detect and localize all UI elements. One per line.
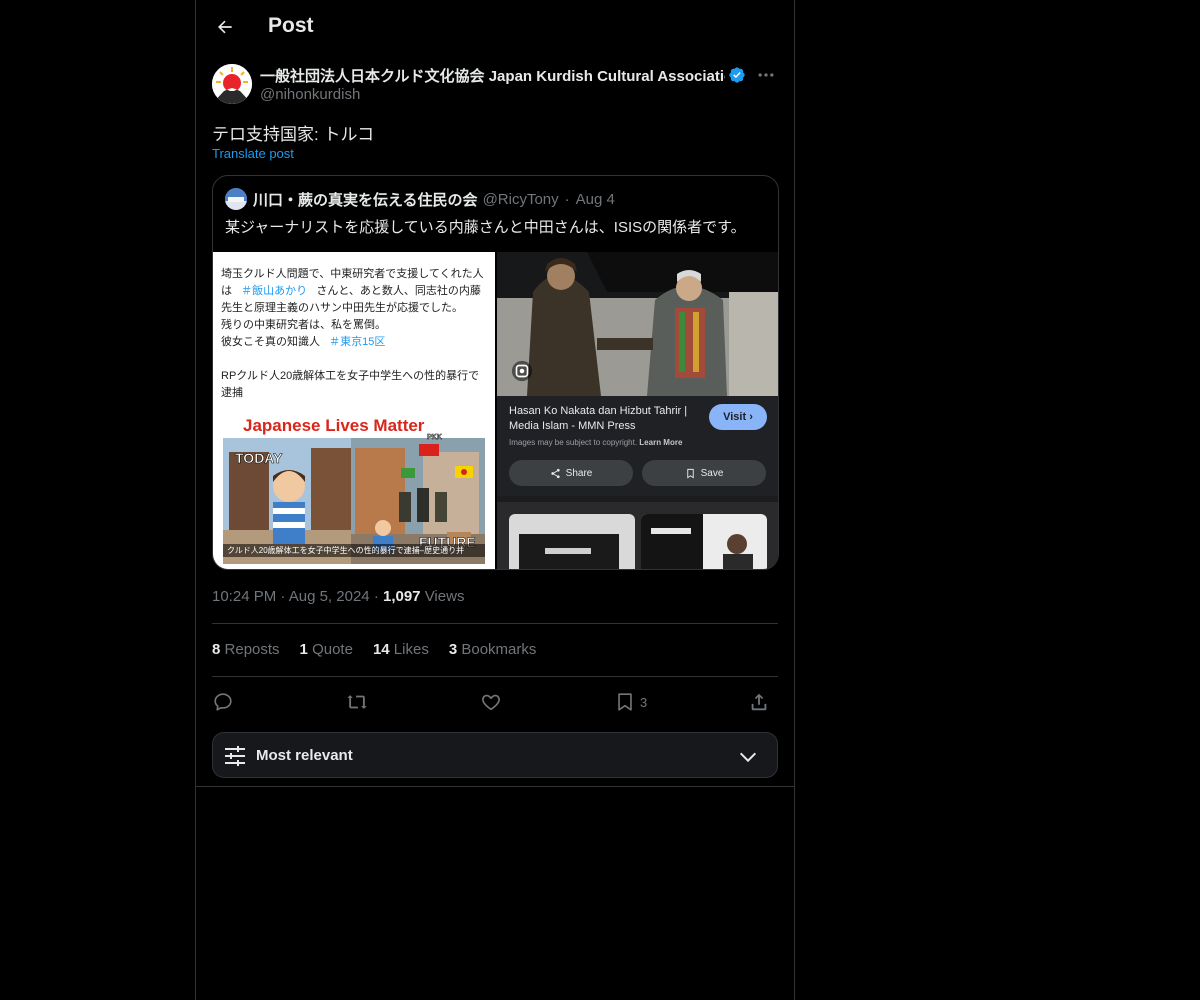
post-text: テロ支持国家: トルコ	[212, 125, 375, 144]
author-name[interactable]: 一般社団法人日本クルド文化協会 Japan Kurdish Cultural A…	[260, 65, 725, 86]
sliders-icon	[225, 746, 245, 766]
scene-caption: クルド人20歳解体工を女子中学生への性的暴行で逮捕–歴史通り并	[223, 544, 485, 557]
thumbnail-2	[641, 514, 767, 569]
embedded-screenshot-text: 埼玉クルド人問題で、中東研究者で支援してくれた人 は ＃飯山あかり さんと、あと…	[221, 268, 484, 399]
google-save-button: Save	[642, 460, 766, 486]
reply-button[interactable]	[212, 688, 234, 716]
quote-date: Aug 4	[575, 190, 615, 208]
quoted-post[interactable]: 川口・蕨の真実を伝える住民の会 @RicyTony · Aug 4 某ジャーナリ…	[212, 175, 779, 570]
google-result-title: Hasan Ko Nakata dan Hizbut Tahrir | Medi…	[509, 405, 688, 432]
post-actions: 3	[212, 688, 778, 716]
bookmark-icon	[618, 693, 632, 711]
quote-separator: ·	[564, 190, 570, 208]
verified-badge-icon	[729, 67, 745, 83]
like-button[interactable]	[480, 688, 502, 716]
sort-label: Most relevant	[256, 747, 353, 764]
news-photo	[497, 252, 778, 396]
chevron-down-icon	[739, 752, 757, 763]
google-visit-button: Visit ›	[709, 404, 767, 430]
more-options-button[interactable]	[754, 64, 778, 86]
divider	[212, 623, 778, 624]
post-meta: 10:24 PM · Aug 5, 2024 · 1,097 Views	[212, 588, 465, 605]
back-arrow-icon	[218, 20, 232, 34]
views-label: Views	[424, 588, 465, 605]
top-bar: Post	[196, 0, 794, 53]
reply-icon	[214, 693, 232, 711]
quote-author-handle: @RicyTony	[482, 190, 559, 208]
quotes-stat[interactable]: 1 Quote	[300, 641, 353, 661]
thumbnail-1	[509, 514, 635, 569]
section-divider	[196, 786, 794, 787]
likes-stat[interactable]: 14 Likes	[373, 641, 429, 661]
views-count: 1,097	[382, 588, 421, 605]
share-icon	[551, 468, 560, 478]
engagement-stats: 8 Reposts 1 Quote 14 Likes 3 Bookmarks	[212, 641, 536, 661]
pkk-label: PKK	[427, 434, 442, 442]
today-label: TODAY	[235, 450, 283, 467]
share-button[interactable]	[748, 688, 770, 716]
back-button[interactable]	[212, 14, 238, 40]
post-date[interactable]: Aug 5, 2024	[289, 588, 370, 605]
quote-avatar-image-icon	[225, 188, 247, 210]
quote-author-name: 川口・蕨の真実を伝える住民の会	[253, 191, 478, 209]
bookmark-small-icon	[686, 468, 694, 478]
bookmark-count: 3	[640, 694, 648, 710]
divider	[212, 676, 778, 677]
quote-text: 某ジャーナリストを応援している内藤さんと中田さんは、ISISの関係者です。	[225, 219, 746, 236]
banner-title: Japanese Lives Matter	[243, 416, 425, 435]
post-author: 一般社団法人日本クルド文化協会 Japan Kurdish Cultural A…	[212, 64, 778, 108]
copyright-note: Images may be subject to copyright. Lear…	[509, 438, 683, 447]
post-time[interactable]: 10:24 PM	[212, 588, 276, 605]
more-dots-icon	[758, 73, 774, 77]
quote-avatar	[225, 188, 247, 210]
quote-header: 川口・蕨の真実を伝える住民の会 @RicyTony · Aug 4	[225, 188, 615, 210]
author-avatar[interactable]	[212, 64, 252, 104]
reply-sort-dropdown[interactable]: Most relevant	[212, 732, 778, 778]
related-thumbnails	[497, 502, 778, 569]
page-title: Post	[268, 14, 314, 37]
quote-media-right[interactable]: Hasan Ko Nakata dan Hizbut Tahrir | Medi…	[497, 252, 778, 569]
google-result-panel: Hasan Ko Nakata dan Hizbut Tahrir | Medi…	[497, 396, 778, 496]
google-share-button: Share	[509, 460, 633, 486]
repost-icon	[347, 695, 367, 709]
like-icon	[482, 694, 500, 711]
quote-media-left[interactable]: 埼玉クルド人問題で、中東研究者で支援してくれた人 は ＃飯山あかり さんと、あと…	[213, 252, 495, 569]
chevron-right-icon: ›	[749, 411, 753, 423]
bookmark-button[interactable]: 3	[614, 688, 647, 716]
author-handle[interactable]: @nihonkurdish	[260, 86, 360, 103]
primary-column: Post 一般社団法人日本クルド文化協会 Japan Kurdish Cultu…	[195, 0, 795, 1000]
share-icon	[751, 693, 767, 711]
bookmarks-stat[interactable]: 3 Bookmarks	[449, 641, 537, 661]
repost-button[interactable]	[346, 688, 368, 716]
translate-post-link[interactable]: Translate post	[212, 146, 294, 161]
google-lens-icon	[511, 360, 533, 382]
avatar-logo-icon	[212, 64, 252, 104]
reposts-stat[interactable]: 8 Reposts	[212, 641, 280, 661]
